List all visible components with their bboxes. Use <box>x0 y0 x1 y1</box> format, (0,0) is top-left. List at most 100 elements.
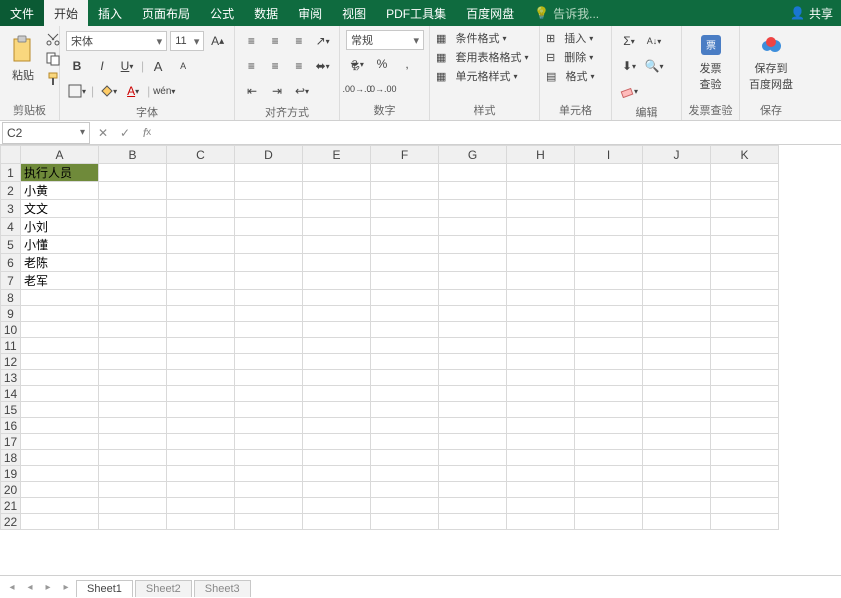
cell-D11[interactable] <box>235 338 303 354</box>
row-header-5[interactable]: 5 <box>1 236 21 254</box>
tab-insert[interactable]: 插入 <box>88 0 132 26</box>
cell-H15[interactable] <box>507 402 575 418</box>
enter-formula-button[interactable]: ✓ <box>114 122 136 144</box>
cell-A5[interactable]: 小懂 <box>21 236 99 254</box>
cell-E19[interactable] <box>303 466 371 482</box>
cell-B12[interactable] <box>99 354 167 370</box>
italic-button[interactable]: I <box>91 55 113 77</box>
increase-decimal-button[interactable]: .00→.0 <box>346 78 368 100</box>
col-header-J[interactable]: J <box>643 146 711 164</box>
cell-A9[interactable] <box>21 306 99 322</box>
row-header-3[interactable]: 3 <box>1 200 21 218</box>
cell-A20[interactable] <box>21 482 99 498</box>
cell-F7[interactable] <box>371 272 439 290</box>
cell-G3[interactable] <box>439 200 507 218</box>
tab-layout[interactable]: 页面布局 <box>132 0 200 26</box>
cell-D15[interactable] <box>235 402 303 418</box>
cell-B11[interactable] <box>99 338 167 354</box>
cell-E20[interactable] <box>303 482 371 498</box>
cell-D3[interactable] <box>235 200 303 218</box>
cell-E14[interactable] <box>303 386 371 402</box>
tell-me[interactable]: 💡告诉我... <box>524 0 609 26</box>
cell-H3[interactable] <box>507 200 575 218</box>
increase-font-button[interactable]: A▴ <box>207 30 228 52</box>
col-header-C[interactable]: C <box>167 146 235 164</box>
row-header-21[interactable]: 21 <box>1 498 21 514</box>
cell-J5[interactable] <box>643 236 711 254</box>
cell-K19[interactable] <box>711 466 779 482</box>
cell-F3[interactable] <box>371 200 439 218</box>
cell-I17[interactable] <box>575 434 643 450</box>
cell-I7[interactable] <box>575 272 643 290</box>
cell-J6[interactable] <box>643 254 711 272</box>
cell-G18[interactable] <box>439 450 507 466</box>
cell-D9[interactable] <box>235 306 303 322</box>
border-button[interactable]: ▾ <box>66 80 88 102</box>
cell-E4[interactable] <box>303 218 371 236</box>
cell-B14[interactable] <box>99 386 167 402</box>
cell-K4[interactable] <box>711 218 779 236</box>
cell-J7[interactable] <box>643 272 711 290</box>
sheet-nav-prev[interactable]: ◂ <box>22 579 38 595</box>
cell-J21[interactable] <box>643 498 711 514</box>
cell-H8[interactable] <box>507 290 575 306</box>
cell-I1[interactable] <box>575 164 643 182</box>
cell-I13[interactable] <box>575 370 643 386</box>
row-header-13[interactable]: 13 <box>1 370 21 386</box>
cell-K20[interactable] <box>711 482 779 498</box>
col-header-B[interactable]: B <box>99 146 167 164</box>
cell-A15[interactable] <box>21 402 99 418</box>
cell-A14[interactable] <box>21 386 99 402</box>
cell-E2[interactable] <box>303 182 371 200</box>
cell-A8[interactable] <box>21 290 99 306</box>
cell-K16[interactable] <box>711 418 779 434</box>
worksheet-grid[interactable]: ABCDEFGHIJK1执行人员2小黄3文文4小刘5小懂6老陈7老军891011… <box>0 145 841 575</box>
paste-button[interactable]: 粘贴 <box>6 30 40 88</box>
cell-K14[interactable] <box>711 386 779 402</box>
cell-K21[interactable] <box>711 498 779 514</box>
cell-H19[interactable] <box>507 466 575 482</box>
cell-G4[interactable] <box>439 218 507 236</box>
cell-G5[interactable] <box>439 236 507 254</box>
cell-E21[interactable] <box>303 498 371 514</box>
row-header-19[interactable]: 19 <box>1 466 21 482</box>
cell-C7[interactable] <box>167 272 235 290</box>
cell-H14[interactable] <box>507 386 575 402</box>
cell-G7[interactable] <box>439 272 507 290</box>
row-header-6[interactable]: 6 <box>1 254 21 272</box>
col-header-K[interactable]: K <box>711 146 779 164</box>
cell-I11[interactable] <box>575 338 643 354</box>
cell-J8[interactable] <box>643 290 711 306</box>
cell-J18[interactable] <box>643 450 711 466</box>
cell-C9[interactable] <box>167 306 235 322</box>
cell-B6[interactable] <box>99 254 167 272</box>
col-header-F[interactable]: F <box>371 146 439 164</box>
cell-E5[interactable] <box>303 236 371 254</box>
cell-A4[interactable]: 小刘 <box>21 218 99 236</box>
merge-button[interactable]: ⬌▾ <box>312 55 333 77</box>
cell-B18[interactable] <box>99 450 167 466</box>
cell-K5[interactable] <box>711 236 779 254</box>
cell-F15[interactable] <box>371 402 439 418</box>
col-header-E[interactable]: E <box>303 146 371 164</box>
cell-G19[interactable] <box>439 466 507 482</box>
row-header-18[interactable]: 18 <box>1 450 21 466</box>
cell-C11[interactable] <box>167 338 235 354</box>
select-all-corner[interactable] <box>1 146 21 164</box>
cell-D20[interactable] <box>235 482 303 498</box>
row-header-12[interactable]: 12 <box>1 354 21 370</box>
share-button[interactable]: 👤共享 <box>782 0 841 26</box>
cell-I21[interactable] <box>575 498 643 514</box>
cell-D6[interactable] <box>235 254 303 272</box>
cell-D18[interactable] <box>235 450 303 466</box>
row-header-20[interactable]: 20 <box>1 482 21 498</box>
cell-C5[interactable] <box>167 236 235 254</box>
cell-B16[interactable] <box>99 418 167 434</box>
cell-A18[interactable] <box>21 450 99 466</box>
cell-I16[interactable] <box>575 418 643 434</box>
cell-B9[interactable] <box>99 306 167 322</box>
cell-B15[interactable] <box>99 402 167 418</box>
cell-E1[interactable] <box>303 164 371 182</box>
cell-E10[interactable] <box>303 322 371 338</box>
cell-J9[interactable] <box>643 306 711 322</box>
